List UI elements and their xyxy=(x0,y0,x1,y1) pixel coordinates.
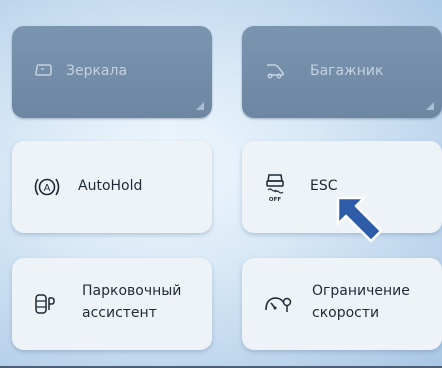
autohold-icon-letter: A xyxy=(44,183,51,194)
arrow-pointer-icon xyxy=(336,196,383,243)
parking-sensor-icon xyxy=(35,294,55,314)
autohold-icon: A xyxy=(34,178,60,196)
quick-settings-panel: Зеркала Багажник A AutoHold OFF ESC Парк… xyxy=(0,0,442,368)
park-assist-tile[interactable]: Парковочный ассистент xyxy=(12,258,212,350)
autohold-tile[interactable]: A AutoHold xyxy=(12,141,212,233)
mirrors-label: Зеркала xyxy=(66,63,128,79)
trunk-label: Багажник xyxy=(310,63,384,79)
expand-corner-icon xyxy=(426,102,434,110)
trunk-tile[interactable]: Багажник xyxy=(242,26,442,118)
mirrors-tile[interactable]: Зеркала xyxy=(12,26,212,118)
expand-corner-icon xyxy=(196,102,204,110)
speed-limit-tile[interactable]: Ограничение скорости xyxy=(242,258,442,350)
mirror-icon xyxy=(35,64,52,76)
esc-off-text: OFF xyxy=(269,197,281,203)
autohold-label: AutoHold xyxy=(78,178,143,194)
park-assist-label: Парковочный ассистент xyxy=(82,283,182,321)
speed-limit-label: Ограничение скорости xyxy=(312,283,410,321)
esc-label: ESC xyxy=(310,178,338,194)
esc-off-icon: OFF xyxy=(266,174,284,203)
trunk-icon xyxy=(267,64,285,79)
speed-limiter-icon xyxy=(265,297,292,312)
